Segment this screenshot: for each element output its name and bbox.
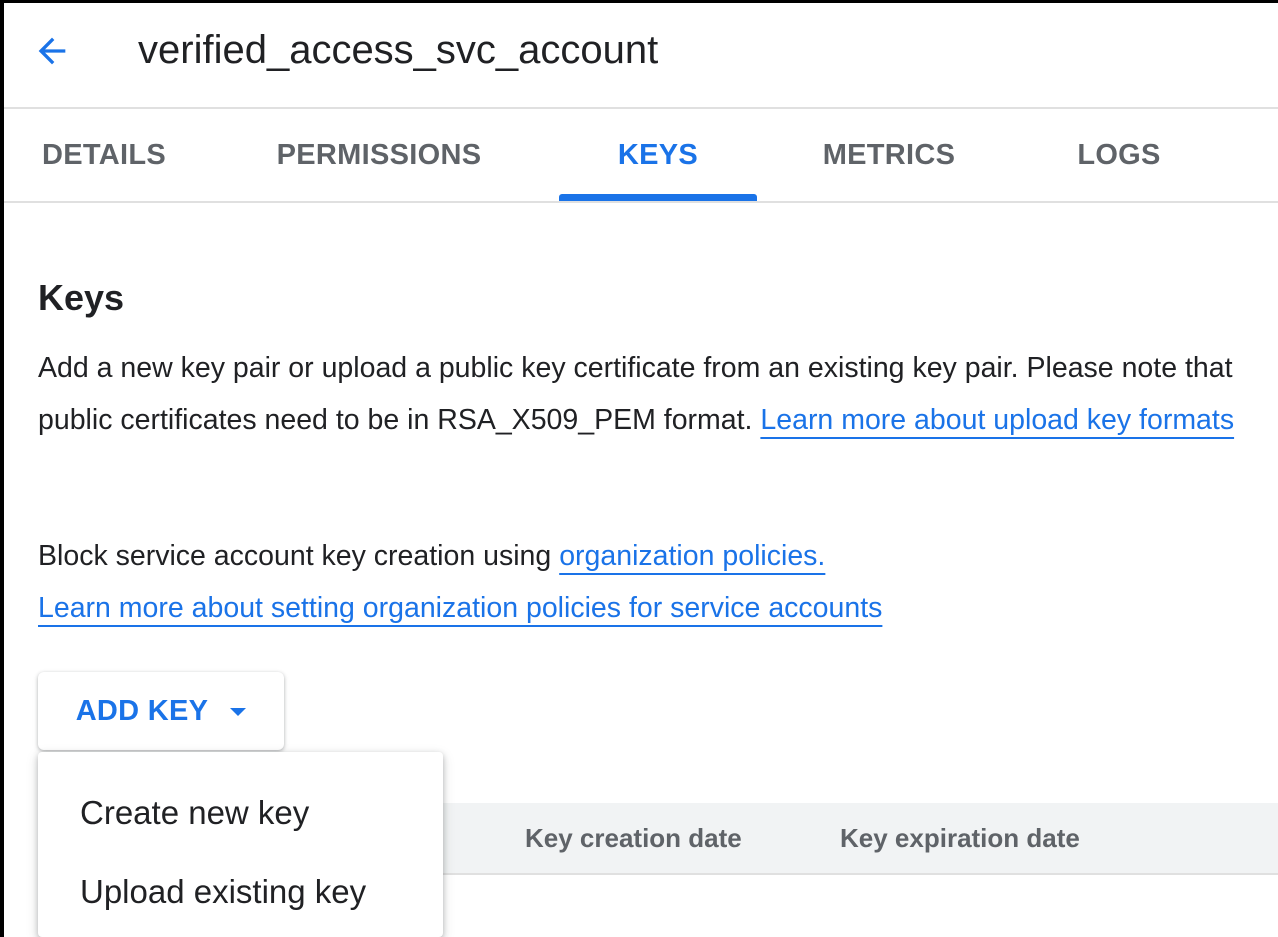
tab-bar: DETAILS PERMISSIONS KEYS METRICS LOGS xyxy=(4,109,1278,201)
back-button[interactable] xyxy=(26,25,78,77)
menu-item-upload-existing-key[interactable]: Upload existing key xyxy=(38,857,443,927)
menu-item-create-new-key[interactable]: Create new key xyxy=(38,778,443,848)
organization-policies-link[interactable]: organization policies. xyxy=(559,540,825,572)
add-key-label: ADD KEY xyxy=(75,694,209,727)
keys-description: Add a new key pair or upload a public ke… xyxy=(38,342,1270,446)
arrow-drop-down-icon xyxy=(230,708,247,716)
column-key-expiration-date[interactable]: Key expiration date xyxy=(840,803,1080,873)
keys-table-header: Key creation date Key expiration date xyxy=(443,803,1278,875)
tab-logs[interactable]: LOGS xyxy=(1034,109,1204,201)
add-key-menu: Create new key Upload existing key xyxy=(38,752,443,937)
tab-metrics[interactable]: METRICS xyxy=(799,109,979,201)
active-tab-indicator xyxy=(559,194,757,201)
upload-key-formats-link[interactable]: Learn more about upload key formats xyxy=(760,404,1234,436)
org-policies-learn-more-link[interactable]: Learn more about setting organization po… xyxy=(38,592,882,624)
column-key-creation-date[interactable]: Key creation date xyxy=(525,803,742,873)
block-key-creation-label: Block service account key creation using xyxy=(38,540,552,572)
tab-keys[interactable]: KEYS xyxy=(559,109,757,201)
block-key-creation-text: Block service account key creation using… xyxy=(38,530,1270,634)
add-key-button[interactable]: ADD KEY xyxy=(38,672,284,750)
arrow-back-icon xyxy=(38,37,66,65)
page-header: verified_access_svc_account xyxy=(4,3,1278,107)
tab-permissions[interactable]: PERMISSIONS xyxy=(239,109,519,201)
section-title: Keys xyxy=(38,277,125,318)
page-title: verified_access_svc_account xyxy=(138,28,659,72)
tab-details[interactable]: DETAILS xyxy=(4,109,204,201)
tabs-divider xyxy=(4,201,1278,203)
